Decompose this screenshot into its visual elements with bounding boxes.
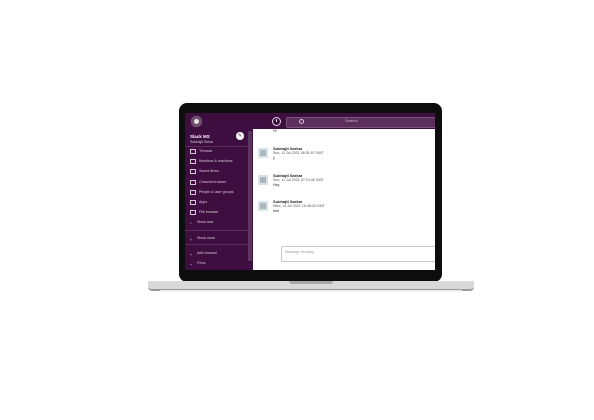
current-user: Subhajit Sirkar <box>190 140 214 144</box>
history-icon[interactable] <box>272 117 281 126</box>
sidebar-scrollbar[interactable] <box>248 131 252 261</box>
sidebar-item-show-less[interactable]: ^ Show less <box>190 219 214 226</box>
message-text: heh <box>273 209 279 213</box>
sidebar-add-channel[interactable]: + Add channel <box>190 250 217 257</box>
avatar[interactable] <box>258 148 268 158</box>
sidebar-item-label: Threads <box>199 149 213 153</box>
message-text: Hi <box>273 129 277 133</box>
workspace-name[interactable]: Slack MS <box>190 134 210 139</box>
bookmark-icon <box>190 168 196 174</box>
sidebar-show-more[interactable]: ˅ Show more <box>190 235 216 242</box>
avatar[interactable] <box>258 201 268 211</box>
avatar[interactable] <box>258 175 268 185</box>
sidebar-item-channels[interactable]: Channel browser <box>190 179 226 185</box>
message-input[interactable] <box>281 246 435 262</box>
divider <box>185 244 253 245</box>
plus-icon: + <box>190 262 193 267</box>
sidebar-item-label: Channel browser <box>199 180 227 184</box>
sidebar-item-files[interactable]: File browser <box>190 209 219 215</box>
sidebar-item-label: Mentions & reactions <box>199 159 233 163</box>
sidebar-item-people[interactable]: People & user groups <box>190 189 234 195</box>
chevron-up-icon: ^ <box>190 221 192 226</box>
sidebar-item-label: Show less <box>197 220 214 224</box>
apps-icon <box>190 199 196 205</box>
chevron-down-icon: ˅ <box>190 237 193 242</box>
sidebar-item-label: Films <box>197 261 206 265</box>
search-placeholder: Search <box>345 118 358 123</box>
sidebar-item-apps[interactable]: Apps <box>190 199 207 205</box>
message-text: ji <box>273 156 275 160</box>
search-icon <box>299 119 304 124</box>
file-icon <box>190 209 196 215</box>
threads-icon <box>190 148 196 154</box>
search-input[interactable] <box>286 117 435 128</box>
channel-icon <box>190 179 196 185</box>
mentions-icon <box>190 158 196 164</box>
message-text: Hey <box>273 183 280 187</box>
plus-icon: + <box>190 252 193 257</box>
sidebar-dm[interactable]: + Films <box>190 260 206 267</box>
workspace-logo-icon[interactable] <box>191 116 202 127</box>
sidebar-item-label: People & user groups <box>199 190 234 194</box>
sidebar-item-mentions[interactable]: Mentions & reactions <box>190 158 233 164</box>
message-timestamp: Wed, 14 Jul 2021 15:48:43 GMT <box>273 204 325 208</box>
laptop-shadow <box>160 290 462 292</box>
message-input-placeholder: Message trending <box>285 250 314 254</box>
sidebar-item-label: Saved items <box>199 169 219 173</box>
divider <box>185 146 253 147</box>
message-timestamp: Sun, 11 Jul 2021 07:14:46 GMT <box>273 178 324 182</box>
sidebar-item-label: Show more <box>197 236 216 240</box>
laptop-screen: Search Slack MS Subhajit Sirkar ✎ Thread… <box>185 113 435 270</box>
sidebar-item-threads[interactable]: Threads <box>190 148 212 154</box>
sidebar-item-saved[interactable]: Saved items <box>190 168 219 174</box>
message-timestamp: Sun, 11 Jul 2021 06:51:57 GMT <box>273 151 324 155</box>
sidebar-item-label: File browser <box>199 210 219 214</box>
sidebar-item-label: Apps <box>199 200 208 204</box>
divider <box>185 230 253 231</box>
sidebar-item-label: Add channel <box>197 251 217 255</box>
people-icon <box>190 189 196 195</box>
compose-button[interactable]: ✎ <box>236 132 244 140</box>
laptop-notch <box>289 281 333 284</box>
